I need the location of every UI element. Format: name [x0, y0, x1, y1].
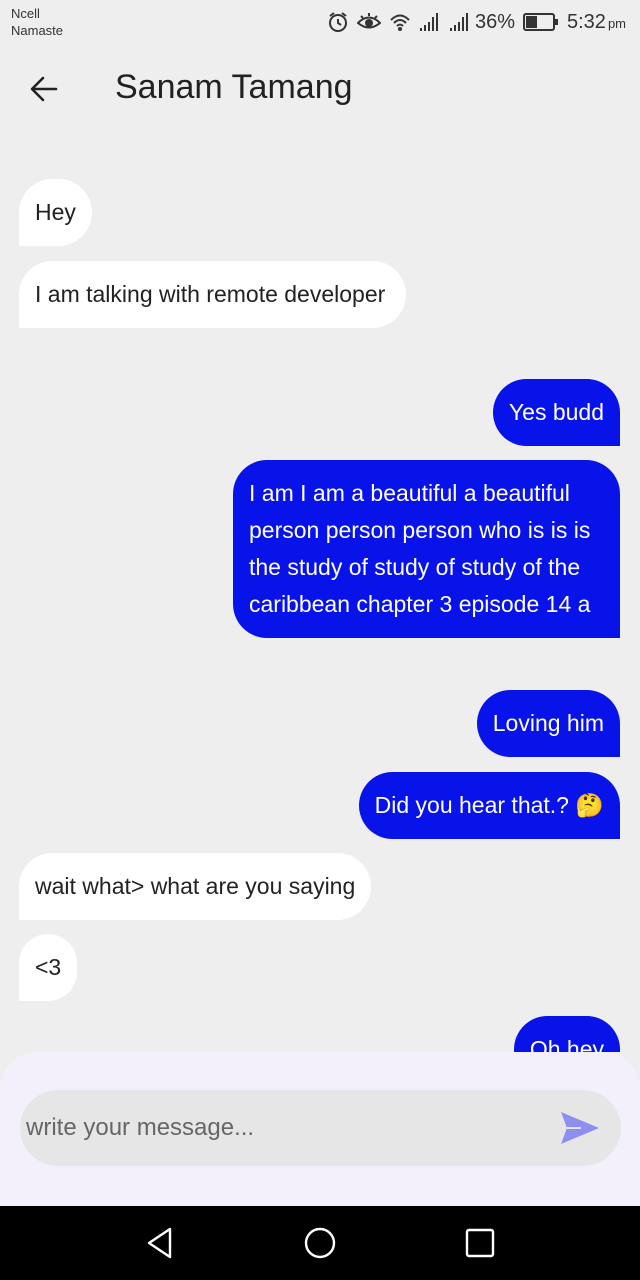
home-circle-icon: [304, 1227, 336, 1259]
clock: 5:32 pm: [567, 11, 626, 34]
status-icons: 36% 5:32 pm: [327, 6, 626, 38]
clock-time: 5:32: [567, 10, 606, 33]
system-nav-bar: [0, 1206, 640, 1280]
back-button[interactable]: [20, 68, 68, 110]
send-button[interactable]: [559, 1109, 601, 1147]
back-triangle-icon: [147, 1227, 172, 1259]
message-bubble-outgoing: Oh hey: [513, 1016, 620, 1052]
send-icon: [561, 1112, 599, 1144]
message-input[interactable]: [26, 1090, 546, 1166]
message-bubble-outgoing: I am I am a beautiful a beautiful person…: [233, 460, 620, 638]
message-bubble-incoming: wait what> what are you saying: [19, 853, 372, 920]
message-bubble-outgoing: Yes budd: [492, 379, 620, 446]
arrow-left-icon: [30, 76, 58, 102]
chat-header: Sanam Tamang: [0, 50, 640, 126]
recents-square-icon: [465, 1228, 495, 1258]
carrier-greeting: Namaste: [11, 23, 64, 38]
message-bubble-outgoing: Loving him: [476, 690, 620, 757]
message-bubble-incoming: I am talking with remote developer: [19, 261, 406, 328]
battery-percent: 36%: [474, 10, 515, 33]
status-bar: Ncell Namaste 36% 5:32 pm: [0, 0, 640, 44]
message-composer: [0, 1052, 640, 1206]
wifi-icon: [390, 14, 410, 31]
nav-home-button[interactable]: [300, 1223, 340, 1263]
message-input-container: [20, 1090, 621, 1166]
carrier-info: Ncell Namaste: [11, 5, 63, 39]
message-bubble-incoming: <3: [19, 934, 78, 1001]
signal-icon: [449, 13, 468, 31]
clock-suffix: pm: [607, 15, 626, 31]
nav-back-button[interactable]: [140, 1223, 180, 1263]
message-list[interactable]: Hey I am talking with remote developer Y…: [0, 126, 640, 1052]
message-bubble-incoming: Hey: [19, 179, 92, 246]
message-bubble-outgoing: Did you hear that.? 🤔: [358, 772, 620, 839]
signal-icon: [419, 13, 438, 31]
battery-icon: [523, 13, 558, 31]
alarm-icon: [328, 12, 347, 32]
nav-recents-button[interactable]: [460, 1223, 500, 1263]
eye-icon: [356, 13, 381, 29]
contact-name: Sanam Tamang: [115, 68, 353, 106]
carrier-name: Ncell: [11, 6, 40, 21]
